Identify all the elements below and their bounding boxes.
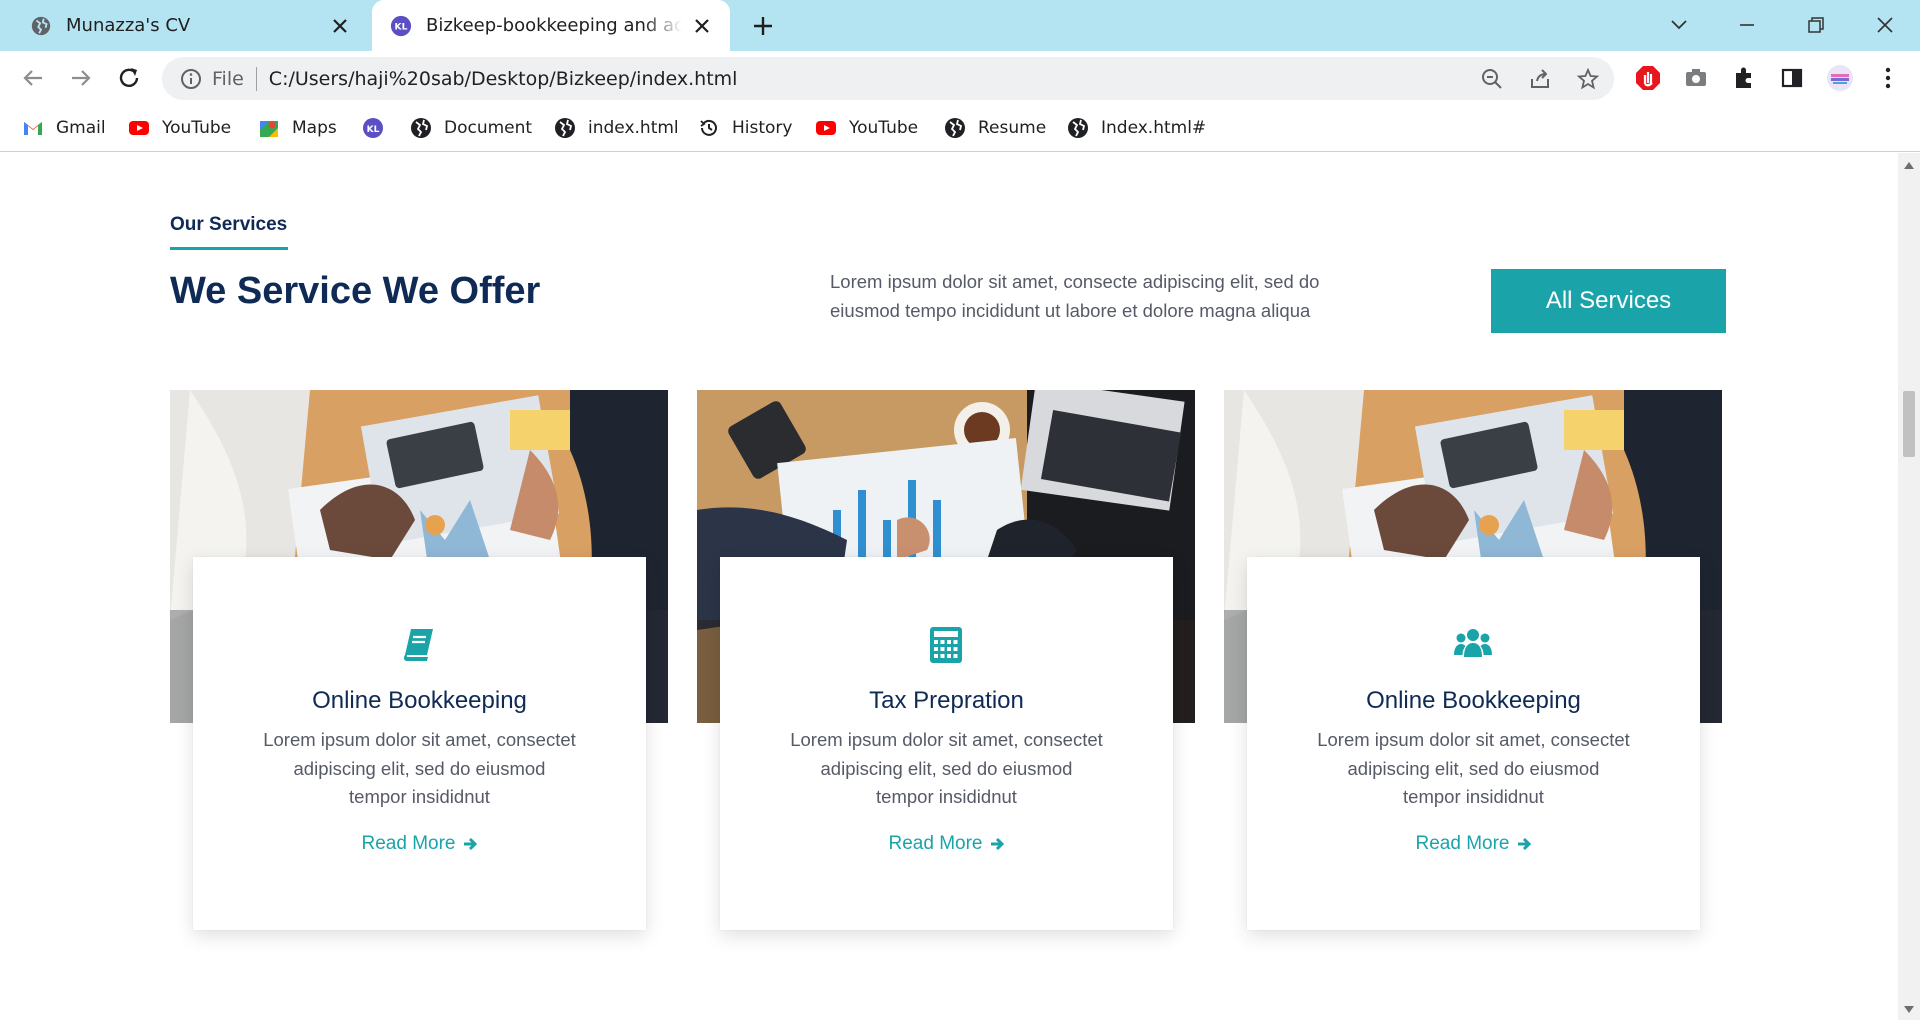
service-card-online-bookkeeping: Online Bookkeeping Lorem ipsum dolor sit… bbox=[193, 557, 646, 930]
bookmark-gmail[interactable]: Gmail bbox=[22, 115, 106, 141]
read-more-link[interactable]: Read More bbox=[720, 833, 1173, 855]
bookmark-document[interactable]: Document bbox=[410, 115, 532, 141]
share-icon[interactable] bbox=[1528, 67, 1552, 91]
profile-avatar-icon[interactable] bbox=[1826, 64, 1854, 92]
bookmark-youtube[interactable]: YouTube bbox=[128, 115, 231, 141]
camera-extension-icon[interactable] bbox=[1682, 64, 1710, 92]
scrollbar-thumb[interactable] bbox=[1903, 391, 1915, 457]
card-title: Online Bookkeeping bbox=[1366, 687, 1581, 714]
read-more-label: Read More bbox=[888, 833, 983, 854]
section-description: Lorem ipsum dolor sit amet, consecte adi… bbox=[830, 271, 1320, 321]
address-bar[interactable]: File C:/Users/haji%20sab/Desktop/Bizkeep… bbox=[162, 57, 1614, 100]
minimize-icon[interactable] bbox=[1732, 10, 1762, 40]
page-scrollbar[interactable] bbox=[1898, 153, 1920, 1020]
close-tab-icon[interactable] bbox=[330, 16, 350, 36]
globe-icon bbox=[1068, 118, 1088, 138]
close-tab-icon[interactable] bbox=[692, 16, 712, 36]
bizkeep-logo-icon: KL bbox=[363, 118, 383, 138]
service-card-online-bookkeeping-2: Online Bookkeeping Lorem ipsum dolor sit… bbox=[1247, 557, 1700, 930]
bookmark-label: index.html bbox=[588, 118, 679, 138]
forward-icon[interactable] bbox=[66, 63, 96, 93]
bookmark-label: Resume bbox=[978, 118, 1047, 138]
history-icon bbox=[700, 119, 717, 136]
page-viewport: Our Services We Service We Offer Lorem i… bbox=[0, 153, 1898, 1020]
reload-icon[interactable] bbox=[114, 63, 144, 93]
card-text: Lorem ipsum dolor sit amet, consectet ad… bbox=[263, 729, 576, 807]
read-more-link[interactable]: Read More bbox=[1247, 833, 1700, 855]
info-icon[interactable] bbox=[180, 68, 202, 90]
globe-icon bbox=[31, 16, 51, 35]
svg-text:KL: KL bbox=[395, 21, 408, 32]
bookmark-index-hash[interactable]: Index.html# bbox=[1067, 115, 1206, 141]
restore-icon[interactable] bbox=[1801, 10, 1831, 40]
gmail-icon bbox=[24, 122, 42, 135]
read-more-label: Read More bbox=[361, 833, 456, 854]
tab-title: Munazza's CV bbox=[66, 15, 191, 36]
bookmark-youtube-2[interactable]: YouTube bbox=[815, 115, 918, 141]
maps-icon bbox=[260, 121, 278, 137]
users-icon bbox=[1454, 629, 1492, 657]
new-tab-icon[interactable] bbox=[750, 13, 776, 39]
arrow-right-icon bbox=[463, 837, 477, 851]
bookmark-label: Gmail bbox=[56, 118, 106, 138]
read-more-link[interactable]: Read More bbox=[193, 833, 646, 855]
back-icon[interactable] bbox=[18, 63, 48, 93]
tab-bizkeep[interactable]: KL Bizkeep-bookkeeping and accounting bbox=[372, 0, 730, 51]
bookmark-label: YouTube bbox=[849, 118, 919, 138]
read-more-label: Read More bbox=[1415, 833, 1510, 854]
tab-search-chevron-icon[interactable] bbox=[1664, 10, 1694, 40]
svg-text:KL: KL bbox=[367, 125, 380, 135]
eyebrow-underline bbox=[170, 247, 288, 250]
card-title: Online Bookkeeping bbox=[312, 687, 527, 714]
adblock-extension-icon[interactable] bbox=[1634, 64, 1662, 92]
globe-icon bbox=[555, 118, 575, 138]
bookmark-index[interactable]: index.html bbox=[554, 115, 679, 141]
card-text: Lorem ipsum dolor sit amet, consectet ad… bbox=[1317, 729, 1630, 807]
section-eyebrow: Our Services bbox=[170, 214, 288, 235]
globe-icon bbox=[411, 118, 431, 138]
tab-strip: Munazza's CV KL Bizkeep-bookkeeping and … bbox=[0, 0, 1920, 51]
calculator-icon bbox=[930, 627, 962, 663]
scroll-up-arrow-icon[interactable] bbox=[1904, 161, 1914, 169]
arrow-right-icon bbox=[1517, 837, 1531, 851]
globe-icon bbox=[945, 118, 965, 138]
youtube-icon bbox=[129, 121, 149, 135]
close-window-icon[interactable] bbox=[1870, 10, 1900, 40]
menu-kebab-icon[interactable] bbox=[1874, 64, 1902, 92]
bookmark-label: Document bbox=[444, 118, 533, 138]
all-services-button[interactable]: All Services bbox=[1491, 269, 1726, 333]
bookmark-bizkeep[interactable]: KL bbox=[362, 115, 396, 141]
scroll-down-arrow-icon[interactable] bbox=[1904, 1006, 1914, 1014]
bookmark-resume[interactable]: Resume bbox=[944, 115, 1046, 141]
tab-title: Bizkeep-bookkeeping and accounting bbox=[426, 15, 682, 36]
bookmark-star-icon[interactable] bbox=[1576, 67, 1600, 91]
scheme-label: File bbox=[212, 67, 244, 90]
bookmarks-bar: Gmail YouTube Maps KL Document index.htm… bbox=[0, 106, 1920, 152]
url-text[interactable]: C:/Users/haji%20sab/Desktop/Bizkeep/inde… bbox=[269, 68, 738, 90]
service-card-tax-prepration: Tax Prepration Lorem ipsum dolor sit ame… bbox=[720, 557, 1173, 930]
card-title: Tax Prepration bbox=[869, 687, 1024, 714]
bookmark-maps[interactable]: Maps bbox=[258, 115, 337, 141]
divider bbox=[255, 66, 257, 91]
bookmark-label: YouTube bbox=[162, 118, 232, 138]
youtube-icon bbox=[816, 121, 836, 135]
bookmark-label: Maps bbox=[292, 118, 337, 138]
zoom-icon[interactable] bbox=[1480, 67, 1504, 91]
bizkeep-logo-icon: KL bbox=[390, 15, 412, 36]
tab-munazza-cv[interactable]: Munazza's CV bbox=[0, 0, 368, 51]
bookmark-history[interactable]: History bbox=[698, 115, 792, 141]
arrow-right-icon bbox=[990, 837, 1004, 851]
extensions-puzzle-icon[interactable] bbox=[1730, 64, 1758, 92]
side-panel-icon[interactable] bbox=[1778, 64, 1806, 92]
section-title: We Service We Offer bbox=[170, 270, 541, 312]
book-icon bbox=[403, 629, 433, 661]
browser-toolbar: File C:/Users/haji%20sab/Desktop/Bizkeep… bbox=[0, 51, 1920, 106]
bookmark-label: History bbox=[732, 118, 793, 138]
bookmark-label: Index.html# bbox=[1101, 118, 1207, 138]
card-text: Lorem ipsum dolor sit amet, consectet ad… bbox=[790, 729, 1103, 807]
